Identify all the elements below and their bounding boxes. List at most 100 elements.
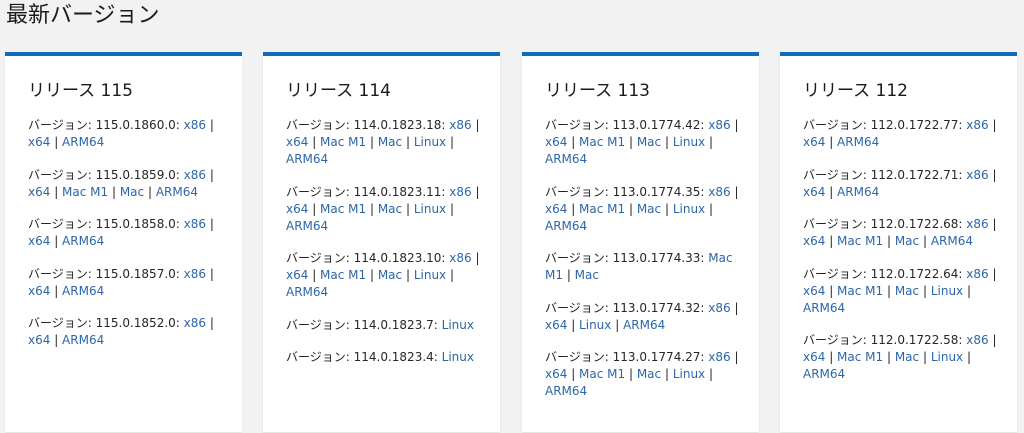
download-link-arm64[interactable]: ARM64 xyxy=(62,234,104,248)
download-link-x64[interactable]: x64 xyxy=(545,135,567,149)
download-link-linux[interactable]: Linux xyxy=(931,350,963,364)
link-separator: | xyxy=(50,283,63,298)
download-link-x64[interactable]: x64 xyxy=(803,350,825,364)
download-link-mac[interactable]: Mac xyxy=(378,135,402,149)
download-link-x64[interactable]: x64 xyxy=(545,318,567,332)
download-link-mac[interactable]: Mac xyxy=(637,135,661,149)
download-link-x86[interactable]: x86 xyxy=(966,333,988,347)
download-link-x64[interactable]: x64 xyxy=(803,185,825,199)
download-link-arm64[interactable]: ARM64 xyxy=(803,367,845,381)
download-link-arm64[interactable]: ARM64 xyxy=(623,318,665,332)
download-link-x86[interactable]: x86 xyxy=(708,301,730,315)
download-link-linux[interactable]: Linux xyxy=(414,135,446,149)
download-link-x64[interactable]: x64 xyxy=(28,185,50,199)
download-link-mac[interactable]: Mac xyxy=(895,234,919,248)
download-link-mac-m1[interactable]: Mac M1 xyxy=(62,185,108,199)
download-link-arm64[interactable]: ARM64 xyxy=(286,152,328,166)
download-link-x86[interactable]: x86 xyxy=(966,217,988,231)
download-link-mac-m1[interactable]: Mac M1 xyxy=(579,135,625,149)
download-link-x64[interactable]: x64 xyxy=(803,284,825,298)
download-link-mac[interactable]: Mac xyxy=(575,268,599,282)
download-link-x86[interactable]: x86 xyxy=(708,185,730,199)
download-link-mac-m1[interactable]: Mac M1 xyxy=(837,350,883,364)
download-link-arm64[interactable]: ARM64 xyxy=(931,234,973,248)
version-entry: バージョン: 112.0.1722.71: x86 | x64 | ARM64 xyxy=(803,167,1003,201)
link-separator: | xyxy=(50,135,63,149)
download-link-linux[interactable]: Linux xyxy=(673,367,705,381)
download-link-arm64[interactable]: ARM64 xyxy=(837,185,879,199)
download-link-mac[interactable]: Mac xyxy=(120,185,144,199)
download-link-linux[interactable]: Linux xyxy=(442,318,474,332)
download-link-x86[interactable]: x86 xyxy=(966,118,988,132)
download-link-x64[interactable]: x64 xyxy=(803,135,825,149)
download-link-x86[interactable]: x86 xyxy=(184,168,206,182)
download-link-x64[interactable]: x64 xyxy=(28,333,50,347)
download-link-mac[interactable]: Mac xyxy=(637,367,661,381)
download-link-x64[interactable]: x64 xyxy=(28,135,50,149)
download-link-arm64[interactable]: ARM64 xyxy=(545,219,587,233)
download-link-x86[interactable]: x86 xyxy=(966,168,988,182)
download-link-arm64[interactable]: ARM64 xyxy=(803,301,845,315)
download-link-mac[interactable]: Mac xyxy=(895,284,919,298)
download-link-arm64[interactable]: ARM64 xyxy=(62,333,104,347)
link-separator: | xyxy=(730,118,739,132)
download-link-mac-m1[interactable]: Mac M1 xyxy=(320,202,366,216)
download-link-linux[interactable]: Linux xyxy=(414,202,446,216)
link-separator: | xyxy=(988,266,997,281)
download-link-x86[interactable]: x86 xyxy=(449,118,471,132)
version-label: バージョン: 114.0.1823.4: xyxy=(286,350,442,364)
download-link-mac-m1[interactable]: Mac M1 xyxy=(579,367,625,381)
download-link-arm64[interactable]: ARM64 xyxy=(62,284,104,298)
download-link-x64[interactable]: x64 xyxy=(286,135,308,149)
download-link-x86[interactable]: x86 xyxy=(449,251,471,265)
download-link-mac[interactable]: Mac xyxy=(378,202,402,216)
download-link-x64[interactable]: x64 xyxy=(545,202,567,216)
link-separator: | xyxy=(144,184,156,199)
download-link-x64[interactable]: x64 xyxy=(286,268,308,282)
download-link-mac-m1[interactable]: Mac M1 xyxy=(837,234,883,248)
download-link-x86[interactable]: x86 xyxy=(708,118,730,132)
download-link-x64[interactable]: x64 xyxy=(545,367,567,381)
download-link-x64[interactable]: x64 xyxy=(286,202,308,216)
link-separator: | xyxy=(988,333,997,347)
download-link-x64[interactable]: x64 xyxy=(28,234,50,248)
link-separator: | xyxy=(563,268,575,282)
download-link-linux[interactable]: Linux xyxy=(931,284,963,298)
download-link-arm64[interactable]: ARM64 xyxy=(545,384,587,398)
download-link-linux[interactable]: Linux xyxy=(673,202,705,216)
version-label: バージョン: 113.0.1774.35: xyxy=(545,184,709,199)
download-link-x86[interactable]: x86 xyxy=(449,185,471,199)
download-link-x64[interactable]: x64 xyxy=(803,234,825,248)
download-link-mac[interactable]: Mac xyxy=(637,202,661,216)
download-link-arm64[interactable]: ARM64 xyxy=(286,219,328,233)
download-link-x86[interactable]: x86 xyxy=(184,267,206,281)
link-separator: | xyxy=(611,317,624,332)
version-entry: バージョン: 112.0.1722.64: x86 | x64 | Mac M1… xyxy=(803,266,1003,317)
download-link-arm64[interactable]: ARM64 xyxy=(286,285,328,299)
download-link-mac-m1[interactable]: Mac M1 xyxy=(837,284,883,298)
link-separator: | xyxy=(825,135,838,149)
download-link-x86[interactable]: x86 xyxy=(184,217,206,231)
download-link-arm64[interactable]: ARM64 xyxy=(156,185,198,199)
link-separator: | xyxy=(206,118,214,132)
download-link-linux[interactable]: Linux xyxy=(414,268,446,282)
download-link-x86[interactable]: x86 xyxy=(966,267,988,281)
download-link-mac-m1[interactable]: Mac M1 xyxy=(579,202,625,216)
download-link-arm64[interactable]: ARM64 xyxy=(545,152,587,166)
download-link-x86[interactable]: x86 xyxy=(184,316,206,330)
download-link-linux[interactable]: Linux xyxy=(673,135,705,149)
download-link-linux[interactable]: Linux xyxy=(442,350,474,364)
download-link-mac[interactable]: Mac xyxy=(378,268,402,282)
download-link-x86[interactable]: x86 xyxy=(184,118,206,132)
download-link-linux[interactable]: Linux xyxy=(579,318,611,332)
download-link-mac[interactable]: Mac xyxy=(895,350,919,364)
download-link-arm64[interactable]: ARM64 xyxy=(62,135,104,149)
link-separator: | xyxy=(661,367,673,381)
download-link-x64[interactable]: x64 xyxy=(28,284,50,298)
release-title: リリース 114 xyxy=(286,81,392,101)
download-link-mac-m1[interactable]: Mac M1 xyxy=(320,268,366,282)
download-link-mac-m1[interactable]: Mac M1 xyxy=(320,135,366,149)
link-separator: | xyxy=(625,201,637,216)
download-link-x86[interactable]: x86 xyxy=(708,350,730,364)
download-link-arm64[interactable]: ARM64 xyxy=(837,135,879,149)
